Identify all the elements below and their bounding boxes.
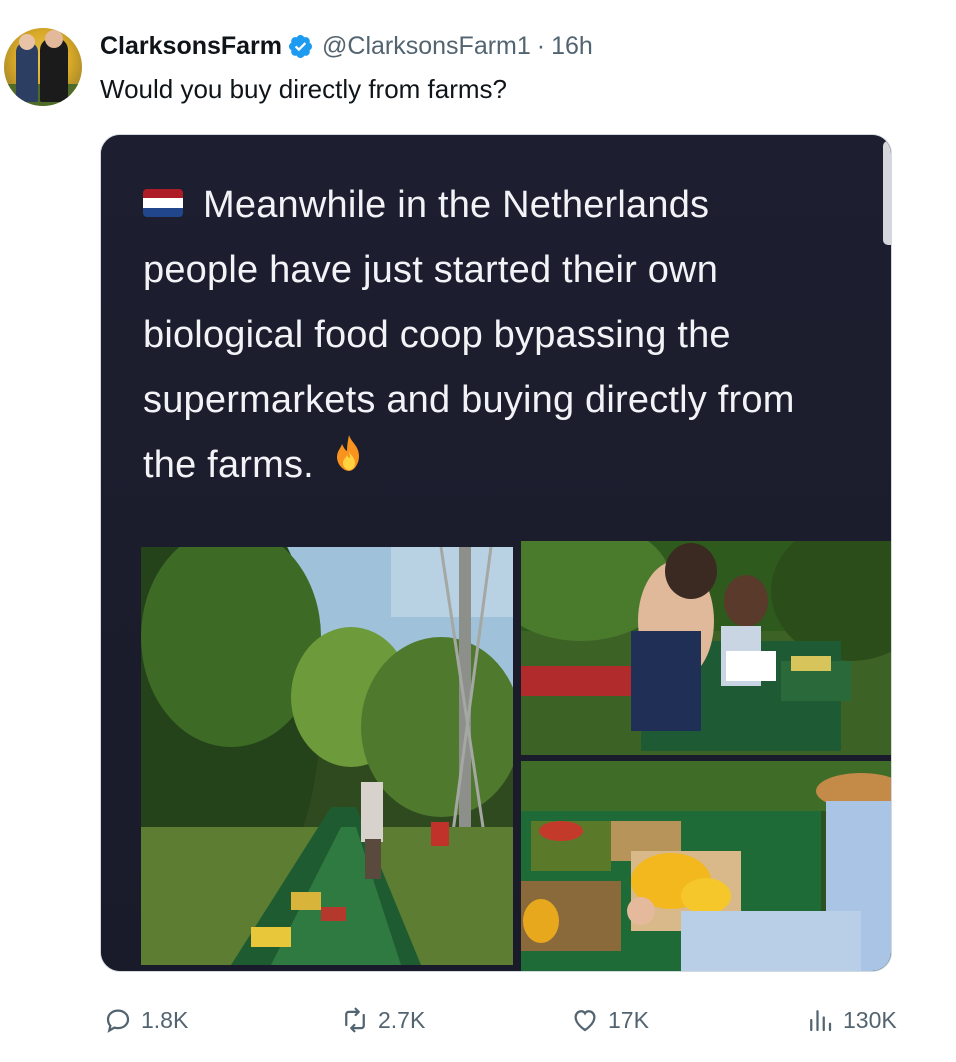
tweet-timestamp[interactable]: 16h bbox=[551, 32, 593, 61]
tweet-text: Would you buy directly from farms? bbox=[100, 74, 507, 104]
heart-icon bbox=[574, 1010, 596, 1032]
author-handle[interactable]: @ClarksonsFarm1 bbox=[322, 32, 531, 61]
screenshot-image: Meanwhile in the Netherlands people have… bbox=[101, 135, 891, 971]
like-button[interactable]: 17K bbox=[570, 1000, 649, 1040]
caption-line-text: the farms. bbox=[143, 444, 314, 486]
reply-count: 1.8K bbox=[141, 1006, 189, 1033]
photo-crates-aisle bbox=[141, 547, 513, 965]
like-count: 17K bbox=[608, 1006, 649, 1033]
photo-vegetables-crates bbox=[521, 761, 891, 971]
caption-line-text: Meanwhile in the Netherlands bbox=[203, 184, 710, 226]
reply-icon bbox=[106, 1009, 130, 1033]
caption-line: biological food coop bypassing the bbox=[143, 314, 731, 356]
verified-badge-icon[interactable] bbox=[287, 33, 314, 60]
author-avatar[interactable] bbox=[4, 28, 82, 106]
tweet-header: ClarksonsFarm @ClarksonsFarm1 · 16h bbox=[100, 30, 593, 62]
separator-dot: · bbox=[536, 31, 546, 60]
netherlands-flag-icon bbox=[143, 188, 183, 217]
caption-line: Meanwhile in the Netherlands bbox=[143, 173, 891, 238]
tweet-media-image[interactable]: Meanwhile in the Netherlands people have… bbox=[100, 134, 892, 972]
reply-button[interactable]: 1.8K bbox=[103, 1000, 188, 1040]
retweet-icon bbox=[345, 1007, 365, 1033]
caption-line: people have just started their own bbox=[143, 249, 719, 291]
retweet-button[interactable]: 2.7K bbox=[340, 1000, 425, 1040]
caption-line: the farms. bbox=[143, 433, 891, 498]
photo-woman-crates bbox=[521, 541, 891, 755]
views-count: 130K bbox=[843, 1006, 897, 1033]
author-name[interactable]: ClarksonsFarm bbox=[100, 32, 282, 61]
tweet-action-bar: 1.8K 2.7K 17K 130K bbox=[0, 1000, 956, 1040]
views-button[interactable]: 130K bbox=[805, 1000, 897, 1040]
retweet-count: 2.7K bbox=[378, 1006, 426, 1033]
image-caption: Meanwhile in the Netherlands people have… bbox=[143, 173, 891, 498]
fire-icon bbox=[331, 429, 367, 494]
caption-line: supermarkets and buying directly from bbox=[143, 379, 795, 421]
analytics-icon bbox=[810, 1010, 832, 1032]
